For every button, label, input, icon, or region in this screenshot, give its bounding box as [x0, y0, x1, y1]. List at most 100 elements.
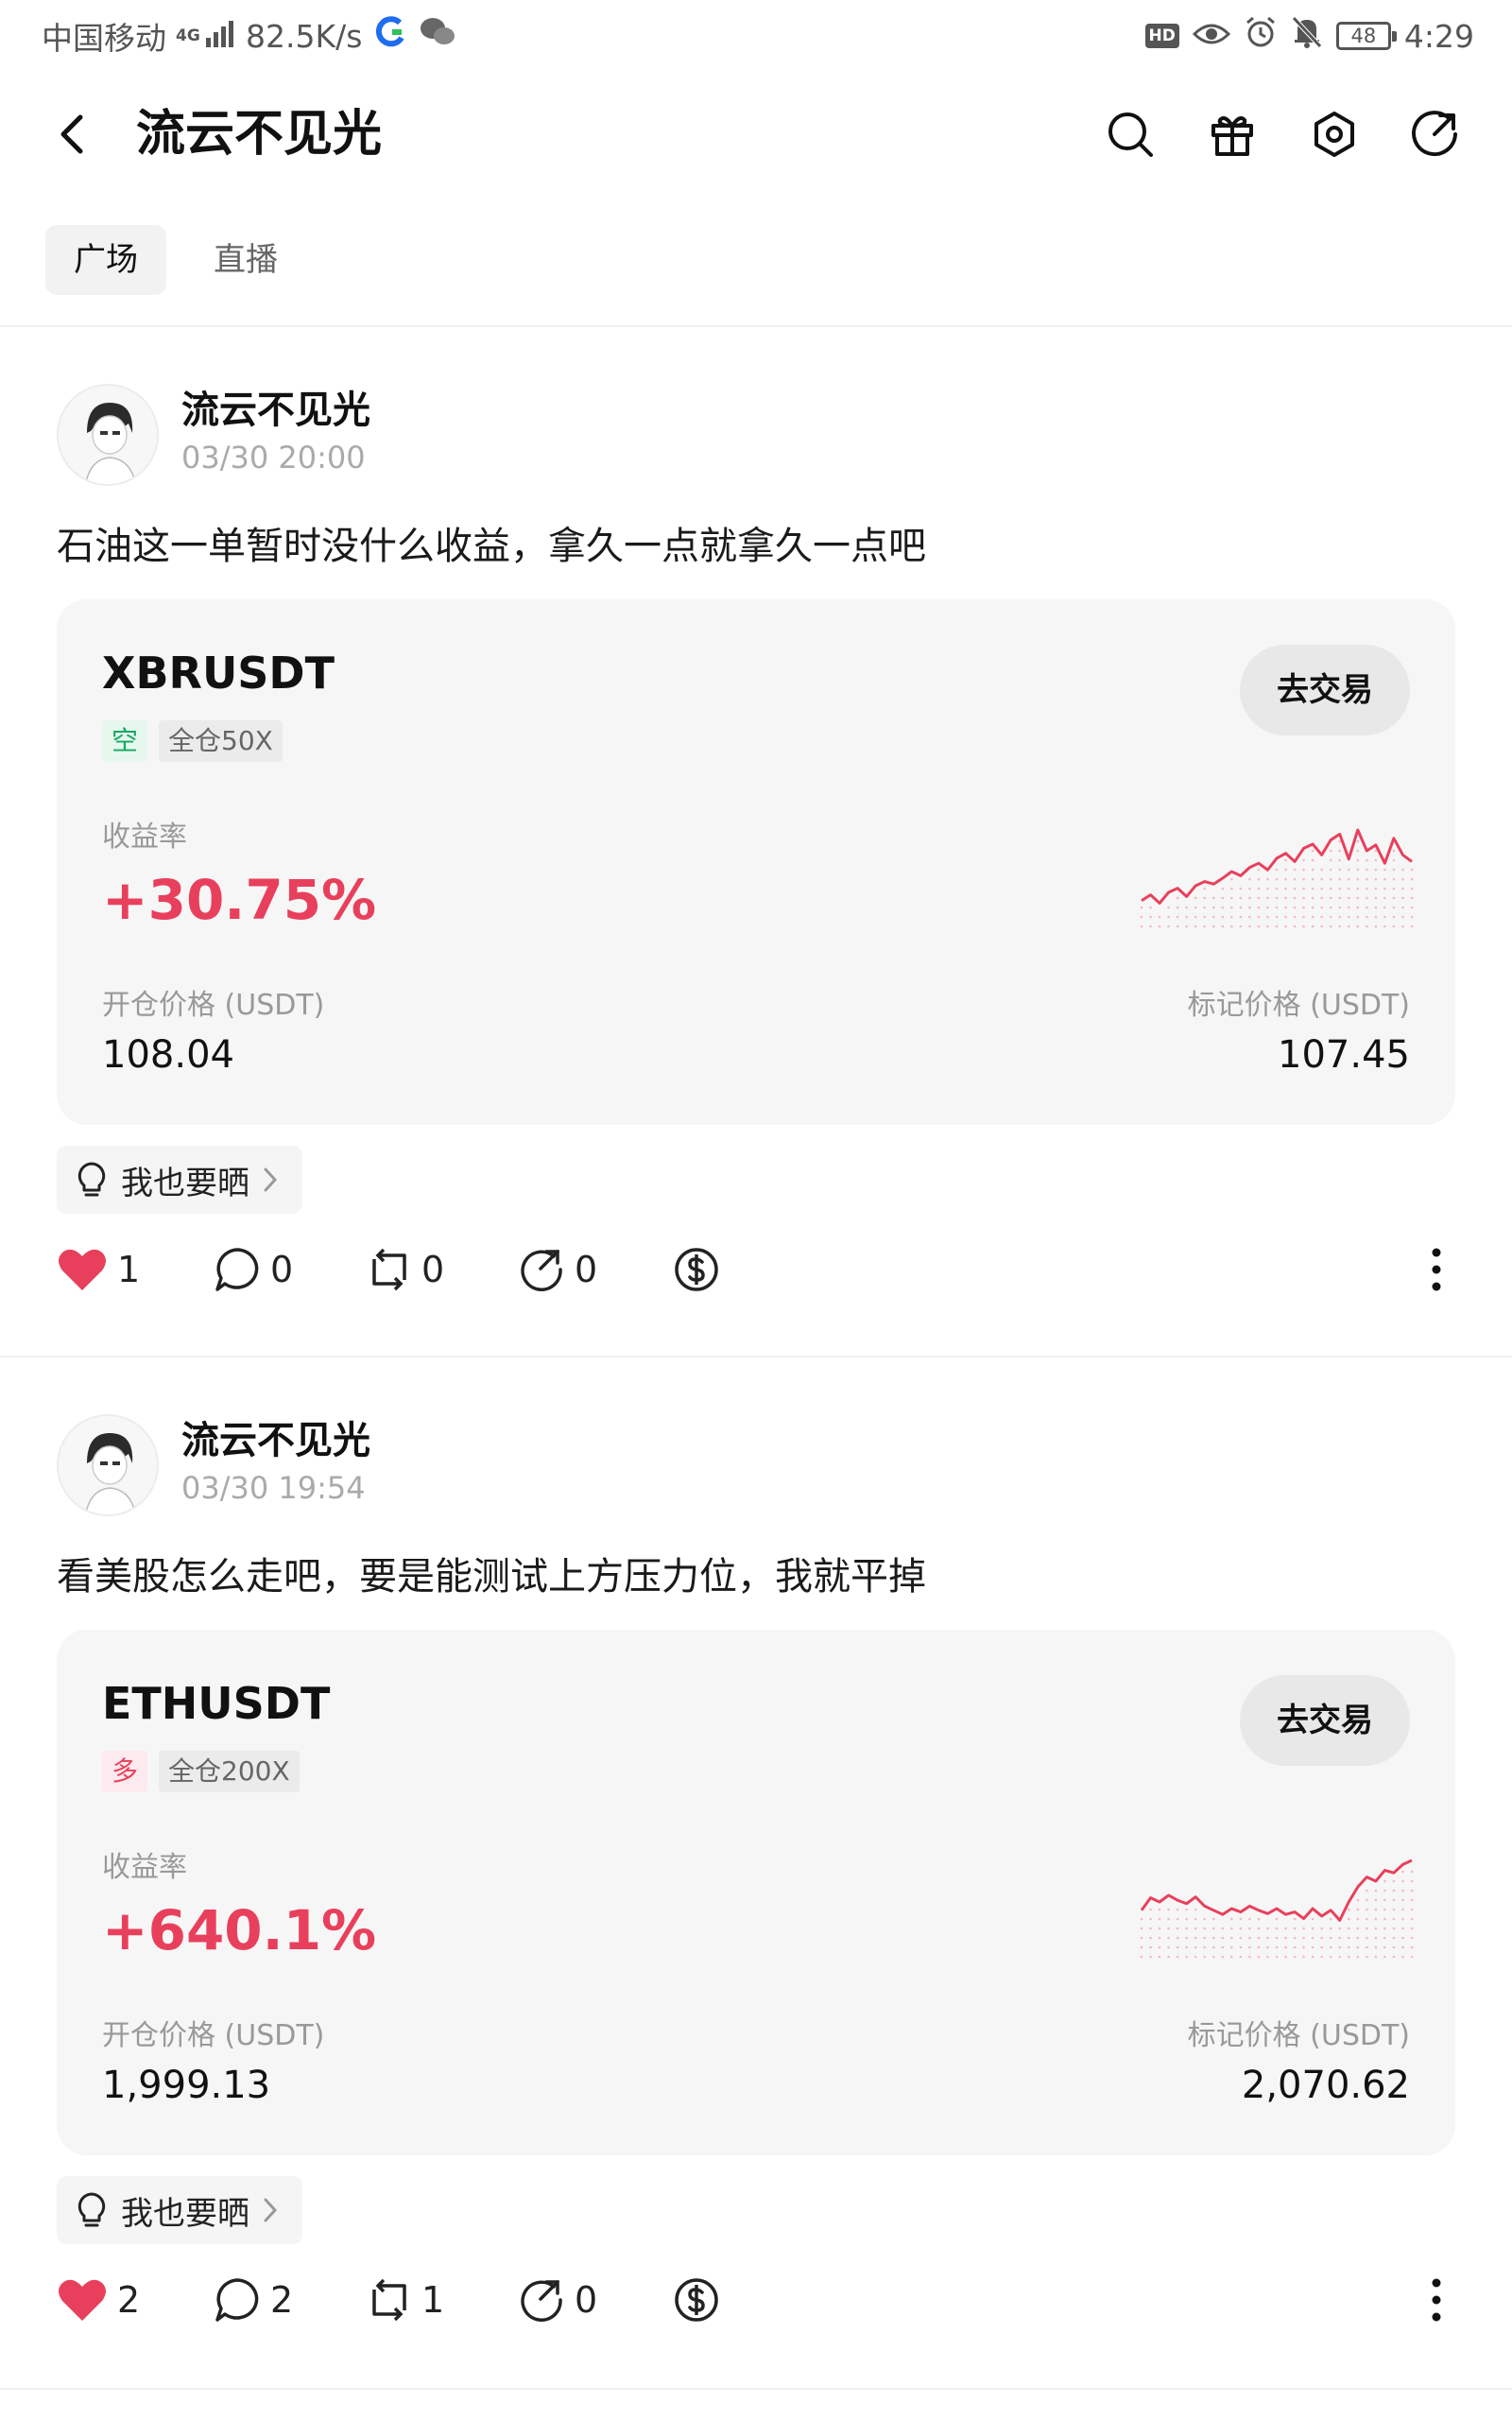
sparkline-dot [1158, 1936, 1161, 1940]
gift-button[interactable] [1202, 104, 1263, 164]
sparkline-dot [1366, 1917, 1368, 1921]
sparkline-dot [1356, 896, 1360, 900]
sparkline-dot [1366, 915, 1368, 919]
sparkline-dot [1374, 1955, 1378, 1959]
sparkline-dot [1230, 877, 1233, 881]
sparkline-dot [1158, 1917, 1161, 1921]
sparkline-dot [1347, 1917, 1350, 1921]
settings-button[interactable] [1304, 104, 1365, 164]
sparkline-dot [1329, 1945, 1332, 1949]
like-count: 1 [117, 1249, 141, 1290]
sparkline-dot [1257, 906, 1261, 909]
sparkline-dot [1284, 1945, 1287, 1949]
sparkline-dot [1284, 906, 1287, 909]
sparkline-dot [1374, 1927, 1378, 1930]
sparkline-dot [1239, 906, 1243, 909]
sparkline-dot [1347, 896, 1350, 900]
sparkline-dot [1302, 858, 1305, 862]
sparkline-dot [1410, 1898, 1414, 1902]
sparkline-dot [1158, 915, 1161, 919]
sparkline-dot [1311, 1917, 1314, 1921]
sparkline-dot [1266, 1927, 1269, 1930]
sparkline-dot [1329, 1917, 1332, 1921]
avatar[interactable] [57, 1414, 159, 1516]
sparkline-dot [1383, 1936, 1386, 1940]
share-mine-button[interactable]: 我也要晒 [57, 2176, 302, 2244]
forward-button[interactable]: 0 [520, 1236, 597, 1303]
sparkline-dot [1410, 868, 1414, 872]
share-button[interactable] [1406, 104, 1467, 164]
symbol-label: XBRUSDT [102, 648, 335, 699]
repost-button[interactable]: 1 [367, 2267, 444, 2333]
share-mine-button[interactable]: 我也要晒 [57, 1146, 302, 1214]
sparkline-dot [1366, 1927, 1368, 1930]
sparkline-dot [1329, 868, 1332, 872]
sparkline-dot [1410, 906, 1414, 909]
sparkline-dot [1392, 925, 1396, 928]
status-bar-left: 中国移动 4G 82.5K/s [42, 13, 456, 59]
sparkline-dot [1149, 1917, 1152, 1921]
sparkline-dot [1194, 1945, 1197, 1949]
sparkline-dot [1366, 1898, 1368, 1902]
sparkline-dot [1302, 1955, 1305, 1959]
forward-button[interactable]: 0 [520, 2267, 597, 2333]
trade-button[interactable]: 去交易 [1240, 645, 1410, 735]
forward-icon [521, 1250, 562, 1291]
sparkline-dot [1338, 1955, 1342, 1959]
sparkline-dot [1266, 906, 1269, 909]
sparkline-dot [1392, 906, 1396, 909]
sparkline-dot [1239, 1927, 1243, 1930]
sparkline-dot [1203, 915, 1207, 919]
share-mine-label: 我也要晒 [121, 2194, 249, 2233]
sparkline-dot [1185, 1936, 1188, 1940]
heart-icon [59, 2279, 106, 2321]
sparkline-dot [1356, 915, 1360, 919]
app-notification-icon [371, 13, 409, 59]
sparkline-dot [1356, 1945, 1360, 1949]
price-sparkline [1140, 828, 1414, 928]
repost-button[interactable]: 0 [367, 1236, 444, 1303]
sparkline-dot [1293, 906, 1297, 909]
sparkline-dot [1248, 896, 1251, 900]
sparkline-dot [1221, 1955, 1225, 1959]
like-button[interactable]: 1 [57, 1236, 140, 1303]
comment-button[interactable]: 2 [214, 2267, 293, 2333]
sparkline-dot [1347, 1936, 1350, 1940]
comment-button[interactable]: 0 [214, 1236, 293, 1303]
sparkline-dot [1248, 906, 1251, 909]
sparkline-dot [1194, 896, 1197, 900]
sparkline-dot [1320, 915, 1323, 919]
trade-button[interactable]: 去交易 [1240, 1675, 1410, 1766]
sparkline-dot [1221, 1936, 1225, 1940]
sparkline-dot [1320, 868, 1323, 872]
like-button[interactable]: 2 [57, 2267, 140, 2333]
position-tags: 多 全仓200X [102, 1751, 300, 1792]
sparkline-dot [1275, 868, 1279, 872]
sparkline-dot [1347, 906, 1350, 909]
position-card[interactable]: XBRUSDT 空 全仓50X 去交易 收益率 +30.75% 开仓价格 (US… [57, 599, 1455, 1125]
position-card[interactable]: ETHUSDT 多 全仓200X 去交易 收益率 +640.1% 开仓价格 (U… [57, 1630, 1455, 2155]
sparkline-dot [1257, 868, 1261, 872]
sparkline-dot [1266, 887, 1269, 890]
sparkline-dot [1356, 877, 1360, 881]
search-button[interactable] [1100, 104, 1160, 164]
tab-square[interactable]: 广场 [45, 225, 166, 295]
back-button[interactable] [43, 104, 100, 164]
post-actions: 1 0 0 0 [57, 1236, 1455, 1303]
avatar[interactable] [57, 384, 159, 486]
mark-price-value: 107.45 [1278, 1033, 1410, 1077]
sparkline-dot [1374, 868, 1378, 872]
tab-live[interactable]: 直播 [185, 225, 306, 295]
sparkline-dot [1383, 896, 1386, 900]
more-options-button[interactable] [1418, 1236, 1455, 1303]
return-value: +640.1% [102, 1898, 377, 1962]
author-name[interactable]: 流云不见光 [181, 386, 370, 435]
sparkline-dot [1203, 1936, 1207, 1940]
author-name[interactable]: 流云不见光 [181, 1416, 370, 1465]
tip-button[interactable] [673, 1236, 720, 1303]
tip-button[interactable] [673, 2267, 720, 2333]
more-options-button[interactable] [1418, 2267, 1455, 2333]
sparkline-dot [1140, 1955, 1143, 1959]
sparkline-dot [1302, 868, 1305, 872]
sparkline-dot [1401, 1936, 1404, 1940]
